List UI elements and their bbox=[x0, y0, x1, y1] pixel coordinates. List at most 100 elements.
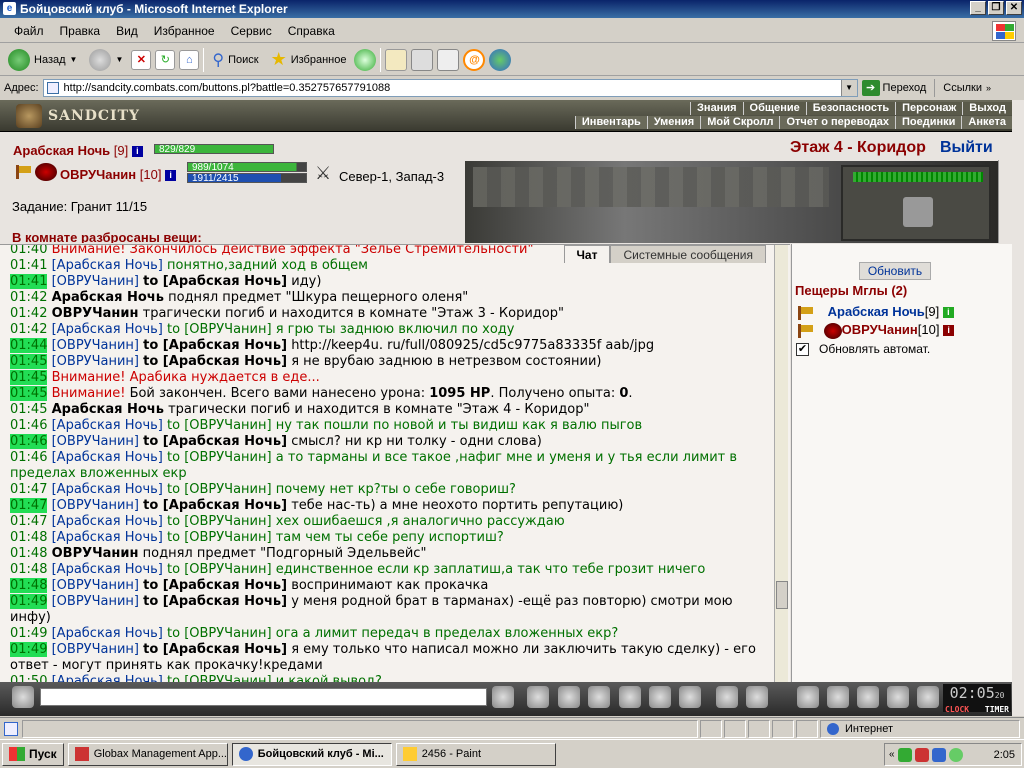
chat-time[interactable]: 01:48 bbox=[10, 578, 48, 593]
chat-nick[interactable]: Арабская Ночь bbox=[52, 402, 164, 417]
smiley-icon[interactable] bbox=[716, 686, 738, 708]
menu-view[interactable]: Вид bbox=[108, 24, 146, 38]
clear-icon[interactable] bbox=[527, 686, 549, 708]
menu-help[interactable]: Справка bbox=[280, 24, 343, 38]
move-arrow-icon[interactable] bbox=[903, 197, 933, 227]
chat-time[interactable]: 01:50 bbox=[10, 674, 47, 682]
chat-nick[interactable]: [ОВРУЧанин] bbox=[52, 354, 139, 369]
edit-icon[interactable] bbox=[437, 48, 460, 71]
menu-communication[interactable]: Общение bbox=[742, 102, 806, 115]
chat-recipient[interactable]: to [ОВРУЧанин] bbox=[167, 322, 272, 337]
chat-nick[interactable]: Арабская Ночь bbox=[52, 290, 164, 305]
chat-recipient[interactable]: to [ОВРУЧанин] bbox=[167, 418, 272, 433]
chat-nick[interactable]: [Арабская Ночь] bbox=[52, 418, 163, 433]
info-icon[interactable]: i bbox=[943, 325, 955, 337]
tab-chat[interactable]: Чат bbox=[563, 245, 611, 263]
chat-time[interactable]: 01:47 bbox=[10, 482, 47, 497]
info-icon[interactable]: i bbox=[131, 146, 143, 158]
info-icon[interactable]: i bbox=[942, 307, 954, 319]
translit-icon[interactable] bbox=[746, 686, 768, 708]
menu-battles[interactable]: Поединки bbox=[895, 116, 962, 129]
chat-recipient[interactable]: to [ОВРУЧанин] bbox=[167, 450, 272, 465]
menu-file[interactable]: Файл bbox=[6, 24, 52, 38]
stop-icon[interactable]: ✕ bbox=[131, 49, 152, 70]
close-button[interactable]: ✕ bbox=[1006, 1, 1022, 15]
maximize-button[interactable]: ❐ bbox=[988, 1, 1004, 15]
chat-nick[interactable]: [ОВРУЧанин] bbox=[52, 274, 139, 289]
chat-nick[interactable]: [ОВРУЧанин] bbox=[52, 594, 139, 609]
chat-recipient[interactable]: to [ОВРУЧанин] bbox=[167, 514, 272, 529]
chat-time[interactable]: 01:49 bbox=[10, 594, 48, 609]
chat-time[interactable]: 01:45 bbox=[10, 370, 48, 385]
chat-recipient[interactable]: to [Арабская Ночь] bbox=[143, 338, 287, 353]
chat-nick[interactable]: [ОВРУЧанин] bbox=[52, 434, 139, 449]
scroll-icon[interactable] bbox=[827, 686, 849, 708]
chat-time[interactable]: 01:45 bbox=[10, 386, 48, 401]
chat-time[interactable]: 01:48 bbox=[10, 562, 47, 577]
back-button[interactable]: Назад ▼ bbox=[4, 46, 81, 74]
chat-nick[interactable]: [Арабская Ночь] bbox=[52, 562, 163, 577]
menu-inventory[interactable]: Инвентарь bbox=[574, 116, 647, 129]
chat-recipient[interactable]: to [Арабская Ночь] bbox=[143, 642, 287, 657]
chat-recipient[interactable]: to [Арабская Ночь] bbox=[143, 578, 287, 593]
save-icon[interactable] bbox=[588, 686, 610, 708]
print-icon[interactable] bbox=[411, 48, 434, 71]
menu-scroll[interactable]: Мой Скролл bbox=[700, 116, 780, 129]
menu-transfers[interactable]: Отчет о переводах bbox=[779, 116, 896, 129]
go-button[interactable]: ➔ Переход bbox=[861, 80, 926, 96]
home-icon[interactable]: ⌂ bbox=[179, 49, 200, 70]
chat-recipient[interactable]: to [Арабская Ночь] bbox=[143, 594, 287, 609]
bag-icon[interactable] bbox=[797, 686, 819, 708]
address-input[interactable]: http://sandcity.combats.com/buttons.pl?b… bbox=[42, 79, 858, 97]
refresh-button[interactable]: Обновить bbox=[859, 262, 931, 280]
chat-recipient[interactable]: to [Арабская Ночь] bbox=[143, 354, 287, 369]
chat-time[interactable]: 01:46 bbox=[10, 418, 47, 433]
menu-exit[interactable]: Выход bbox=[962, 102, 1012, 115]
menu-skills[interactable]: Умения bbox=[646, 116, 701, 129]
menu-profile[interactable]: Анкета bbox=[961, 116, 1012, 129]
taskbar-item-ie[interactable]: Бойцовский клуб - Mi... bbox=[231, 742, 392, 766]
tray-messenger-icon[interactable] bbox=[931, 747, 946, 762]
chat-time[interactable]: 01:48 bbox=[10, 530, 47, 545]
chat-nick[interactable]: ОВРУЧанин bbox=[52, 546, 139, 561]
chat-nick[interactable]: [ОВРУЧанин] bbox=[52, 338, 139, 353]
window-titlebar[interactable]: e Бойцовский клуб - Microsoft Internet E… bbox=[0, 0, 1024, 18]
tray-network-icon[interactable] bbox=[914, 747, 929, 762]
chat-recipient[interactable]: to [ОВРУЧанин] bbox=[167, 530, 272, 545]
address-dropdown-icon[interactable]: ▼ bbox=[840, 80, 857, 96]
chat-recipient[interactable]: to [Арабская Ночь] bbox=[143, 498, 287, 513]
forward-button[interactable]: ▼ bbox=[85, 46, 127, 74]
chat-recipient[interactable]: to [ОВРУЧанин] bbox=[167, 626, 272, 641]
player-row[interactable]: ОВРУЧанин[10] i bbox=[796, 322, 955, 339]
chat-nick[interactable]: [Арабская Ночь] bbox=[52, 626, 163, 641]
smile-menu-icon[interactable] bbox=[12, 686, 34, 708]
chat-recipient[interactable]: to [ОВРУЧанин] bbox=[167, 562, 272, 577]
group-icon[interactable] bbox=[857, 686, 879, 708]
minimize-button[interactable]: _ bbox=[970, 1, 986, 15]
chat-time[interactable]: 01:42 bbox=[10, 306, 47, 321]
chat-recipient[interactable]: to [Арабская Ночь] bbox=[143, 274, 287, 289]
chat-nick[interactable]: [ОВРУЧанин] bbox=[52, 578, 139, 593]
hero-primary-name[interactable]: Арабская Ночь bbox=[13, 143, 110, 158]
mail-icon[interactable] bbox=[385, 48, 408, 71]
search-button[interactable]: ⚲ Поиск bbox=[208, 46, 262, 74]
menu-security[interactable]: Безопасность bbox=[805, 102, 896, 115]
chat-nick[interactable]: [Арабская Ночь] bbox=[52, 258, 163, 273]
menu-favorites[interactable]: Избранное bbox=[146, 24, 223, 38]
history-icon[interactable] bbox=[354, 48, 377, 71]
chat-input[interactable] bbox=[40, 688, 487, 706]
chat-time[interactable]: 01:42 bbox=[10, 290, 47, 305]
chat-recipient[interactable]: to [Арабская Ночь] bbox=[143, 434, 287, 449]
chat-scrollbar[interactable] bbox=[774, 245, 788, 682]
taskbar-item-globax[interactable]: Globax Management App... bbox=[67, 742, 228, 766]
chat-recipient[interactable]: to [ОВРУЧанин] bbox=[167, 482, 272, 497]
pause-icon[interactable] bbox=[887, 686, 909, 708]
refresh-icon[interactable]: ↻ bbox=[155, 49, 176, 70]
menu-character[interactable]: Персонаж bbox=[895, 102, 963, 115]
fighter-icon[interactable] bbox=[619, 686, 641, 708]
chat-nick[interactable]: [Арабская Ночь] bbox=[52, 530, 163, 545]
auto-refresh-checkbox[interactable]: ✔ bbox=[796, 342, 809, 356]
chat-time[interactable]: 01:48 bbox=[10, 546, 47, 561]
chat-time[interactable]: 01:41 bbox=[10, 274, 48, 289]
chat-nick[interactable]: [Арабская Ночь] bbox=[52, 674, 163, 682]
